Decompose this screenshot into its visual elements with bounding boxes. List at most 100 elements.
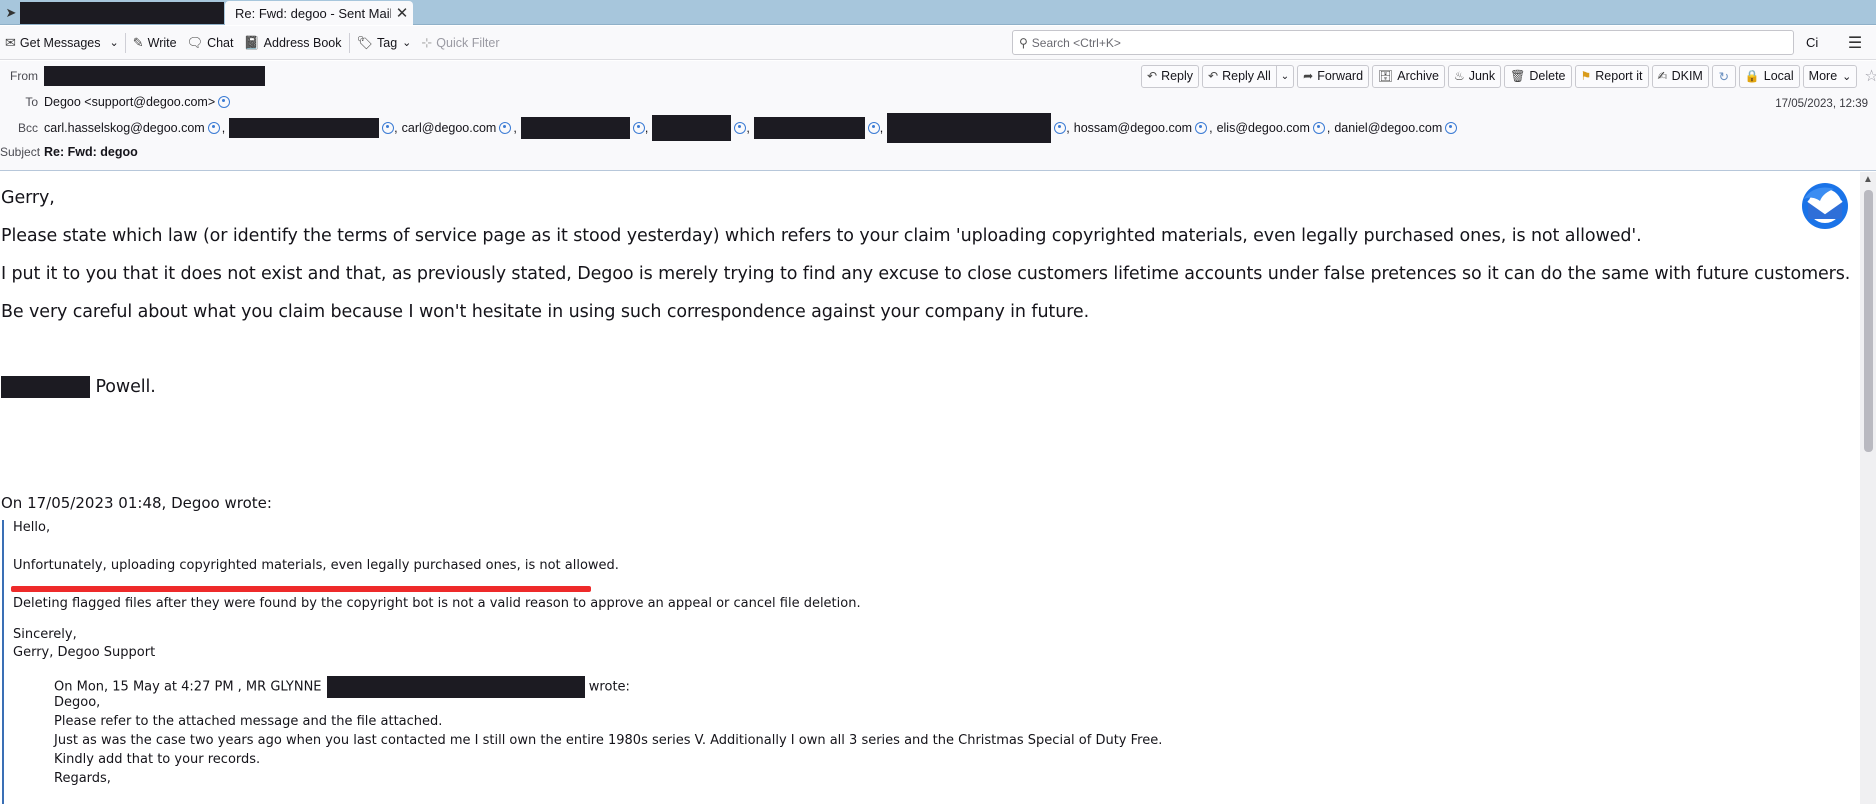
more-button[interactable]: More ⌄ bbox=[1802, 64, 1858, 88]
archive-icon: 🗄 bbox=[1378, 69, 1394, 83]
pencil-icon: ✎ bbox=[132, 34, 144, 50]
quote-line: Unfortunately, uploading copyrighted mat… bbox=[13, 558, 619, 573]
quote-line: Gerry, Degoo Support bbox=[13, 645, 156, 660]
contact-icon bbox=[207, 122, 220, 134]
vertical-scrollbar[interactable]: ▲ bbox=[1860, 172, 1876, 804]
archive-button[interactable]: 🗄 Archive bbox=[1372, 64, 1445, 88]
message-actions: ↶ Reply ↶ Reply All ⌄ ➦ Forward 🗄 Archive ♨ Ju… bbox=[1141, 64, 1876, 88]
address-book-icon: 📓 bbox=[243, 34, 260, 50]
redacted-block bbox=[1, 376, 90, 398]
bcc-recipient[interactable]: elis@degoo.com bbox=[1217, 121, 1325, 135]
write-button[interactable]: ✎ Write bbox=[128, 30, 182, 56]
tab-title: Re: Fwd: degoo - Sent Mail - bbox=[235, 5, 391, 21]
inner-quote-line: Just as was the case two years ago when … bbox=[54, 733, 1163, 748]
forward-button[interactable]: ➦ Forward bbox=[1297, 64, 1370, 88]
reply-button[interactable]: ↶ Reply bbox=[1141, 64, 1200, 88]
search-input[interactable]: ⚲ Search <Ctrl+K> bbox=[1012, 30, 1794, 55]
contact-icon bbox=[499, 122, 512, 134]
from-label: From bbox=[10, 69, 38, 83]
to-label: To bbox=[25, 95, 38, 109]
contact-icon bbox=[218, 96, 231, 108]
scroll-up-icon[interactable]: ▲ bbox=[1863, 174, 1873, 185]
signoff: Powell. bbox=[1, 376, 156, 398]
get-messages-dropdown[interactable]: ⌄ bbox=[106, 30, 123, 56]
search-placeholder: Search <Ctrl+K> bbox=[1031, 35, 1121, 50]
bcc-recipient[interactable]: hossam@degoo.com bbox=[1074, 121, 1208, 135]
contact-icon bbox=[734, 122, 747, 134]
hamburger-menu-icon[interactable]: ☰ bbox=[1842, 30, 1868, 55]
dkim-button[interactable]: ✍ DKIM bbox=[1651, 64, 1709, 88]
divider bbox=[124, 32, 126, 53]
bcc-recipient[interactable]: carl.hasselskog@degoo.com bbox=[44, 121, 220, 135]
chevron-down-icon: ⌄ bbox=[402, 37, 412, 49]
get-messages-button[interactable]: ✉ Get Messages bbox=[0, 30, 106, 56]
divider bbox=[348, 32, 350, 53]
tab-active[interactable]: Re: Fwd: degoo - Sent Mail - ✕ bbox=[225, 1, 413, 25]
tab-bar: ➤ Re: Fwd: degoo - Sent Mail - ✕ bbox=[0, 0, 1876, 25]
redacted-block bbox=[326, 676, 585, 698]
send-icon: ➤ bbox=[5, 4, 17, 20]
red-underline-annotation bbox=[11, 586, 591, 592]
to-row: To Degoo <support@degoo.com> bbox=[0, 92, 231, 112]
bcc-recipient[interactable]: carl@degoo.com bbox=[402, 121, 512, 135]
thunderbird-logo-icon bbox=[1802, 183, 1848, 229]
contact-icon bbox=[1195, 122, 1208, 134]
quote-line: Hello, bbox=[13, 520, 51, 535]
redacted-block bbox=[44, 66, 265, 86]
sync-icon[interactable]: ↻ bbox=[1711, 64, 1736, 88]
message-body: Gerry, Please state which law (or identi… bbox=[0, 172, 1860, 804]
redacted-block bbox=[229, 118, 380, 138]
trash-icon: 🗑 bbox=[1510, 69, 1526, 83]
paragraph: I put it to you that it does not exist a… bbox=[1, 264, 1851, 284]
inner-quote-line: Degoo, bbox=[54, 695, 101, 710]
report-button[interactable]: ⚑ Report it bbox=[1574, 64, 1649, 88]
star-icon[interactable]: ☆ bbox=[1864, 66, 1876, 86]
main-toolbar: ✉ Get Messages ⌄ ✎ Write 🗨 Chat 📓 Address Bo… bbox=[0, 26, 1876, 60]
chevron-down-icon[interactable]: ⌄ bbox=[1275, 65, 1293, 87]
search-icon: ⚲ bbox=[1019, 35, 1028, 50]
bcc-row: Bcc carl.hasselskog@degoo.com, , carl@de… bbox=[0, 113, 1459, 143]
from-row: From bbox=[0, 66, 265, 86]
bcc-recipient[interactable]: daniel@degoo.com bbox=[1334, 121, 1458, 135]
inner-quote-line: Please refer to the attached message and… bbox=[54, 714, 443, 729]
contact-icon bbox=[382, 122, 395, 134]
filter-icon: ⊹ bbox=[421, 34, 433, 50]
quote-header: On 17/05/2023 01:48, Degoo wrote: bbox=[1, 494, 272, 512]
contact-icon bbox=[1054, 122, 1067, 134]
paragraph: Be very careful about what you claim bec… bbox=[1, 302, 1090, 322]
to-recipient[interactable]: Degoo <support@degoo.com> bbox=[44, 95, 231, 109]
close-tab-icon[interactable]: ✕ bbox=[391, 4, 413, 22]
redacted-block bbox=[520, 117, 630, 139]
greeting: Gerry, bbox=[1, 188, 55, 208]
subject-label: Subject bbox=[0, 145, 41, 159]
tab-inactive[interactable]: ➤ bbox=[0, 0, 225, 25]
report-icon: ⚑ bbox=[1580, 69, 1592, 83]
account-button[interactable]: Ci bbox=[1806, 30, 1818, 55]
redacted-block bbox=[753, 117, 865, 139]
chat-button[interactable]: 🗨 Chat bbox=[182, 30, 239, 56]
chat-icon: 🗨 bbox=[186, 34, 204, 50]
message-date: 17/05/2023, 12:39 bbox=[1775, 98, 1868, 110]
redacted-block bbox=[652, 115, 732, 141]
quick-filter-button[interactable]: ⊹ Quick Filter bbox=[416, 30, 504, 56]
delete-button[interactable]: 🗑 Delete bbox=[1504, 64, 1572, 88]
inner-quote-header: On Mon, 15 May at 4:27 PM , MR GLYNNE wr… bbox=[54, 676, 630, 698]
reply-icon: ↶ bbox=[1147, 69, 1158, 83]
quote-line: Deleting flagged files after they were f… bbox=[13, 596, 861, 611]
signature-icon: ✍ bbox=[1657, 69, 1668, 83]
message-header: From To Degoo <support@degoo.com> Bcc ca… bbox=[0, 61, 1876, 171]
redacted-block bbox=[20, 1, 224, 24]
paragraph: Please state which law (or identify the … bbox=[1, 226, 1642, 246]
inner-quote-line: Kindly add that to your records. bbox=[54, 752, 261, 767]
scrollbar-thumb[interactable] bbox=[1864, 190, 1873, 452]
address-book-button[interactable]: 📓 Address Book bbox=[238, 30, 346, 56]
junk-button[interactable]: ♨ Junk bbox=[1447, 64, 1502, 88]
local-button[interactable]: 🔒 Local bbox=[1738, 64, 1800, 88]
forward-icon: ➦ bbox=[1303, 69, 1314, 83]
bcc-label: Bcc bbox=[17, 121, 38, 135]
contact-icon bbox=[632, 122, 645, 134]
contact-icon bbox=[1445, 122, 1458, 134]
reply-all-icon: ↶ bbox=[1208, 69, 1219, 83]
reply-all-button[interactable]: ↶ Reply All ⌄ bbox=[1202, 64, 1295, 88]
tag-button[interactable]: 🏷 Tag ⌄ bbox=[352, 30, 417, 56]
